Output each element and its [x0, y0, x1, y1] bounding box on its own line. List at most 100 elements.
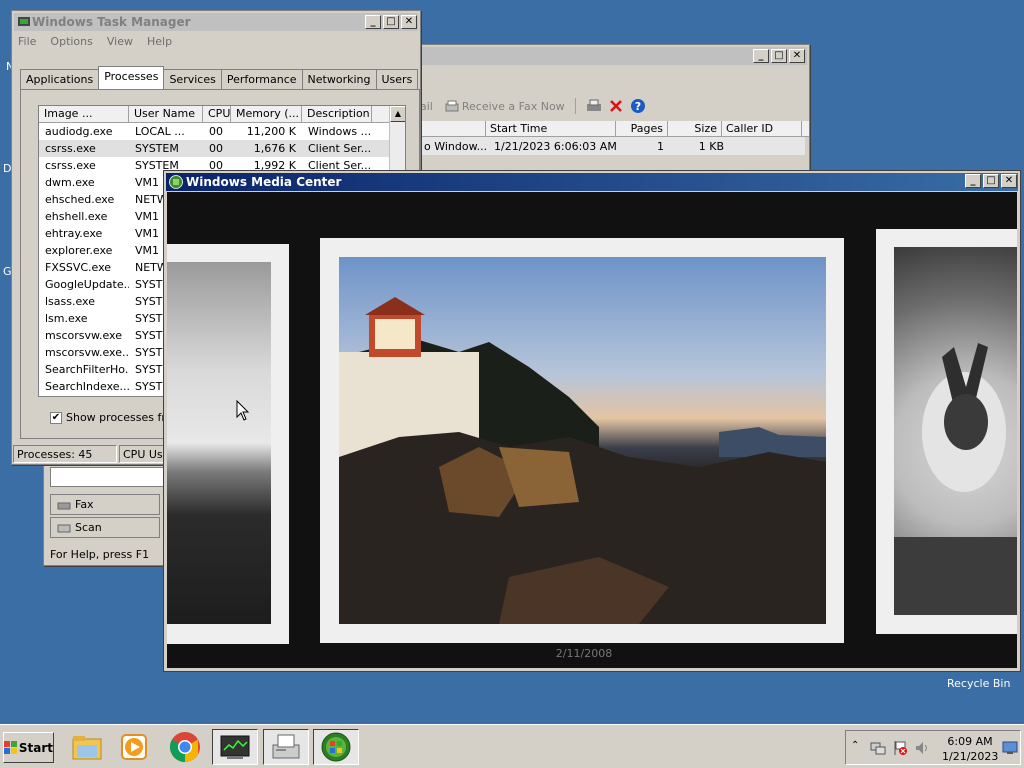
fax-row-pages: 1 — [657, 139, 664, 153]
cell-description: Windows ... — [308, 125, 372, 138]
explorer-icon — [72, 736, 102, 760]
taskbar-explorer[interactable] — [64, 729, 110, 765]
col-image-name[interactable]: Image ... — [39, 106, 129, 122]
col-size[interactable]: Size — [668, 121, 722, 136]
right-photo-frame[interactable] — [876, 229, 1017, 634]
fax-status: For Help, press F1 — [50, 548, 150, 561]
menu-view[interactable]: View — [107, 35, 133, 48]
right-photo — [894, 247, 1017, 615]
col-start-time[interactable]: Start Time — [486, 121, 616, 136]
print-icon[interactable] — [586, 99, 602, 113]
task-manager-titlebar[interactable]: Windows Task Manager — [14, 13, 418, 31]
taskbar: Start ⌃ 6:09 AM 1/21/2023 — [0, 724, 1024, 768]
table-row[interactable]: csrss.exe SYSTEM 00 1,676 K Client Ser... — [39, 140, 405, 157]
clock-date: 1/21/2023 — [942, 750, 999, 763]
task-manager-title: Windows Task Manager — [32, 15, 191, 29]
start-label: Start — [18, 740, 53, 755]
tab-networking[interactable]: Networking — [301, 69, 377, 89]
tm-menubar: File Options View Help — [18, 35, 172, 48]
tab-performance[interactable]: Performance — [220, 69, 303, 89]
menu-help[interactable]: Help — [147, 35, 172, 48]
fax-icon — [57, 502, 71, 509]
taskbar-fax[interactable] — [263, 729, 309, 765]
taskbar-task-manager[interactable] — [212, 729, 258, 765]
nav-fax-label: Fax — [75, 498, 94, 511]
tm-window-buttons: _ □ ✕ — [365, 15, 417, 29]
minimize-button[interactable]: _ — [365, 15, 381, 29]
minimize-button[interactable]: _ — [753, 49, 769, 63]
cell-image-name: csrss.exe — [45, 159, 96, 172]
cell-user-name: LOCAL ... — [135, 125, 185, 138]
receive-fax-button[interactable]: Receive a Fax Now — [445, 100, 565, 113]
fax-window-buttons: _ □ ✕ — [753, 49, 805, 63]
delete-icon[interactable] — [608, 99, 624, 113]
menu-file[interactable]: File — [18, 35, 36, 48]
show-hidden-icons-icon[interactable]: ⌃ — [851, 740, 859, 751]
table-row[interactable]: audiodg.exe LOCAL ... 00 11,200 K Windows ..… — [39, 123, 405, 140]
close-button[interactable]: ✕ — [401, 15, 417, 29]
maximize-button[interactable]: □ — [771, 49, 787, 63]
lighthouse-scene — [339, 297, 826, 624]
fax-list-header: Start Time Pages Size Caller ID — [420, 121, 809, 137]
help-icon[interactable]: ? — [630, 98, 646, 114]
tab-applications[interactable]: Applications — [20, 69, 100, 89]
fax-row[interactable]: o Window... 1/21/2023 6:06:03 AM 1 1 KB — [420, 137, 805, 155]
chrome-icon — [169, 732, 200, 762]
cell-image-name: FXSSVC.exe — [45, 261, 112, 274]
cell-image-name: ehsched.exe — [45, 193, 115, 206]
fax-icon — [272, 734, 300, 759]
tab-services[interactable]: Services — [163, 69, 222, 89]
action-center-icon[interactable] — [892, 740, 908, 756]
volume-icon[interactable] — [914, 740, 930, 756]
show-desktop-icon[interactable] — [1002, 741, 1018, 755]
nav-scan[interactable]: Scan — [50, 517, 160, 538]
minimize-button[interactable]: _ — [965, 174, 981, 188]
col-description[interactable]: Description — [302, 106, 372, 122]
col-user-name[interactable]: User Name — [129, 106, 203, 122]
show-all-checkbox[interactable]: ✔ — [50, 411, 62, 424]
network-icon[interactable] — [870, 740, 886, 756]
center-photo-frame[interactable] — [320, 238, 844, 643]
fax-toolbar: ail Receive a Fax Now ? — [420, 95, 809, 117]
cell-image-name: SearchIndexe... — [45, 380, 129, 393]
cell-cpu: 00 — [209, 125, 223, 138]
col-memory[interactable]: Memory (... — [231, 106, 302, 122]
close-button[interactable]: ✕ — [789, 49, 805, 63]
col-caller-id[interactable]: Caller ID — [722, 121, 802, 136]
fax-row-from: o Window... — [424, 139, 488, 153]
cell-user-name: SYSTEM — [135, 142, 179, 155]
cell-image-name: ehshell.exe — [45, 210, 108, 223]
start-button[interactable]: Start — [3, 732, 54, 763]
media-center-icon — [321, 732, 351, 762]
mouse-cursor-icon — [236, 400, 250, 421]
close-button[interactable]: ✕ — [1001, 174, 1017, 188]
recycle-bin-label[interactable]: Recycle Bin — [947, 677, 1010, 690]
media-center-icon — [169, 175, 183, 189]
fax-row-size: 1 KB — [698, 139, 724, 153]
maximize-button[interactable]: □ — [383, 15, 399, 29]
col-pages[interactable]: Pages — [616, 121, 668, 136]
cell-image-name: mscorsvw.exe... — [45, 346, 129, 359]
cell-image-name: explorer.exe — [45, 244, 113, 257]
taskbar-media-player[interactable] — [111, 729, 157, 765]
nav-fax[interactable]: Fax — [50, 494, 160, 515]
tab-processes[interactable]: Processes — [98, 66, 165, 89]
scroll-up-arrow[interactable]: ▲ — [390, 106, 405, 122]
media-center-window: Windows Media Center _ □ ✕ 2/11/2008 — [163, 170, 1021, 672]
tab-users[interactable]: Users — [375, 69, 419, 89]
maximize-button[interactable]: □ — [983, 174, 999, 188]
col-cpu[interactable]: CPU — [203, 106, 231, 122]
fax-left-input[interactable] — [50, 467, 170, 487]
left-photo-frame[interactable] — [167, 244, 289, 644]
clock-time: 6:09 AM — [947, 735, 993, 748]
media-center-titlebar[interactable]: Windows Media Center — [166, 173, 1018, 191]
clock[interactable]: 6:09 AM 1/21/2023 — [942, 734, 998, 764]
menu-options[interactable]: Options — [50, 35, 92, 48]
taskbar-chrome[interactable] — [162, 729, 208, 765]
cell-cpu: 00 — [209, 142, 223, 155]
fax-small-icon — [445, 100, 459, 112]
taskbar-media-center[interactable] — [313, 729, 359, 765]
toolbar-fragment[interactable]: ail — [420, 100, 433, 113]
scanner-icon — [57, 524, 71, 532]
slideshow-stage[interactable]: 2/11/2008 — [167, 192, 1017, 668]
